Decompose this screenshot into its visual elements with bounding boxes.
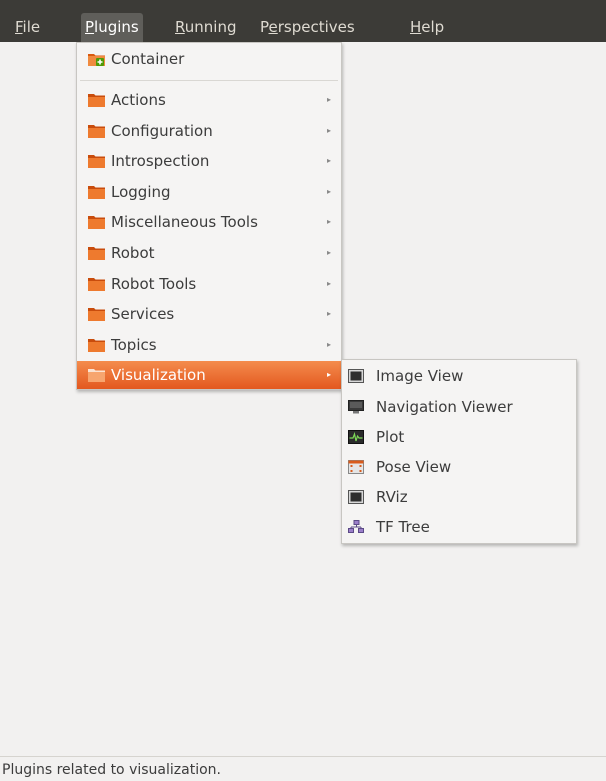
plugins-dropdown: Container Actions ▸ Configuration ▸ Intr… xyxy=(76,42,342,390)
container-icon xyxy=(88,54,105,66)
status-text: Plugins related to visualization. xyxy=(2,762,221,778)
tf-tree-icon xyxy=(348,520,364,533)
folder-icon xyxy=(88,339,105,352)
folder-icon xyxy=(88,247,105,260)
menu-help-mnemonic: H xyxy=(410,18,422,36)
menu-plugins-label: lugins xyxy=(94,18,139,36)
menu-item-label: Robot xyxy=(111,244,155,262)
menu-item-label: Introspection xyxy=(111,152,210,170)
menu-item-label: Logging xyxy=(111,183,171,201)
rviz-icon xyxy=(348,490,364,504)
submenu-arrow-icon: ▸ xyxy=(326,126,331,135)
folder-icon xyxy=(88,94,105,107)
menu-item-topics[interactable]: Topics ▸ xyxy=(77,331,341,359)
plot-icon xyxy=(348,430,364,444)
menu-item-label: Actions xyxy=(111,91,166,109)
menu-bar: File Plugins Running Perspectives Help xyxy=(0,0,606,42)
submenu-arrow-icon: ▸ xyxy=(326,340,331,349)
menu-plugins-mnemonic: P xyxy=(85,18,95,36)
menu-file-label: ile xyxy=(22,18,41,36)
menu-file-mnemonic: F xyxy=(15,18,23,36)
menu-item-actions[interactable]: Actions ▸ xyxy=(77,86,341,114)
menu-file[interactable]: File xyxy=(11,13,44,42)
menu-item-configuration[interactable]: Configuration ▸ xyxy=(77,117,341,145)
status-bar: Plugins related to visualization. xyxy=(0,756,606,781)
submenu-item-label: Plot xyxy=(376,428,405,446)
menu-running-label: unning xyxy=(184,18,237,36)
menu-item-label: Configuration xyxy=(111,122,213,140)
submenu-item-pose-view[interactable]: Pose View xyxy=(342,452,576,482)
menu-perspectives-label: rspectives xyxy=(277,18,355,36)
menu-help[interactable]: Help xyxy=(406,13,448,42)
submenu-arrow-icon: ▸ xyxy=(326,95,331,104)
submenu-arrow-icon: ▸ xyxy=(326,217,331,226)
folder-icon xyxy=(88,186,105,199)
menu-item-label: Visualization xyxy=(111,366,206,384)
folder-icon xyxy=(88,369,105,382)
submenu-item-label: Image View xyxy=(376,367,464,385)
menu-separator xyxy=(80,80,338,81)
menu-item-visualization[interactable]: Visualization ▸ xyxy=(77,361,341,389)
menu-perspectives-pre: P xyxy=(260,18,269,36)
menu-running-mnemonic: R xyxy=(175,18,185,36)
menu-item-services[interactable]: Services ▸ xyxy=(77,300,341,328)
submenu-item-label: Pose View xyxy=(376,458,452,476)
folder-icon xyxy=(88,278,105,291)
menu-item-label: Miscellaneous Tools xyxy=(111,213,258,231)
folder-icon xyxy=(88,216,105,229)
submenu-arrow-icon: ▸ xyxy=(326,309,331,318)
menu-item-robot[interactable]: Robot ▸ xyxy=(77,239,341,267)
menu-item-logging[interactable]: Logging ▸ xyxy=(77,178,341,206)
submenu-item-label: RViz xyxy=(376,488,408,506)
menu-running[interactable]: Running xyxy=(171,13,240,42)
menu-item-container[interactable]: Container xyxy=(77,45,341,73)
menu-plugins[interactable]: Plugins xyxy=(81,13,143,42)
submenu-arrow-icon: ▸ xyxy=(326,248,331,257)
submenu-item-navigation-viewer[interactable]: Navigation Viewer xyxy=(342,392,576,422)
folder-icon xyxy=(88,155,105,168)
menu-item-introspection[interactable]: Introspection ▸ xyxy=(77,147,341,175)
image-view-icon xyxy=(348,369,364,383)
menu-item-label: Services xyxy=(111,305,175,323)
submenu-item-label: TF Tree xyxy=(376,518,430,536)
submenu-arrow-icon: ▸ xyxy=(326,370,331,379)
menu-item-robot-tools[interactable]: Robot Tools ▸ xyxy=(77,270,341,298)
submenu-arrow-icon: ▸ xyxy=(326,279,331,288)
submenu-item-label: Navigation Viewer xyxy=(376,398,513,416)
menu-item-label: Robot Tools xyxy=(111,275,197,293)
visualization-submenu: Image View Navigation Viewer Plot Pose V… xyxy=(341,359,577,544)
menu-item-label: Topics xyxy=(111,336,157,354)
menu-item-miscellaneous-tools[interactable]: Miscellaneous Tools ▸ xyxy=(77,208,341,236)
folder-icon xyxy=(88,125,105,138)
submenu-arrow-icon: ▸ xyxy=(326,187,331,196)
submenu-item-rviz[interactable]: RViz xyxy=(342,482,576,512)
submenu-item-plot[interactable]: Plot xyxy=(342,422,576,452)
menu-item-container-label: Container xyxy=(111,50,185,68)
folder-icon xyxy=(88,308,105,321)
menu-perspectives-mnemonic: e xyxy=(268,18,278,36)
menu-perspectives[interactable]: Perspectives xyxy=(256,13,359,42)
submenu-item-tf-tree[interactable]: TF Tree xyxy=(342,512,576,542)
pose-view-icon xyxy=(348,460,364,474)
submenu-arrow-icon: ▸ xyxy=(326,156,331,165)
monitor-icon xyxy=(348,400,364,414)
menu-help-label: elp xyxy=(421,18,445,36)
submenu-item-image-view[interactable]: Image View xyxy=(342,361,576,391)
